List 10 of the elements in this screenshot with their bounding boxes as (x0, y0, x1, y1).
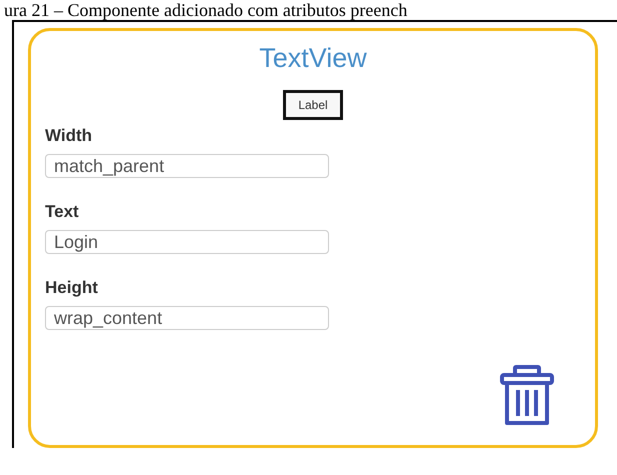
label-preview: Label (283, 90, 343, 120)
field-label: Height (45, 278, 99, 298)
input-field[interactable]: Login (45, 230, 329, 254)
input-field[interactable]: wrap_content (45, 306, 329, 330)
component-title: TextView (258, 43, 368, 74)
figure-caption: ura 21 – Componente adicionado com atributos preench (3, 0, 408, 20)
field-label: Width (45, 126, 94, 146)
trash-icon[interactable] (499, 365, 555, 427)
field-label: Text (45, 202, 80, 222)
input-field[interactable]: match_parent (45, 154, 329, 178)
